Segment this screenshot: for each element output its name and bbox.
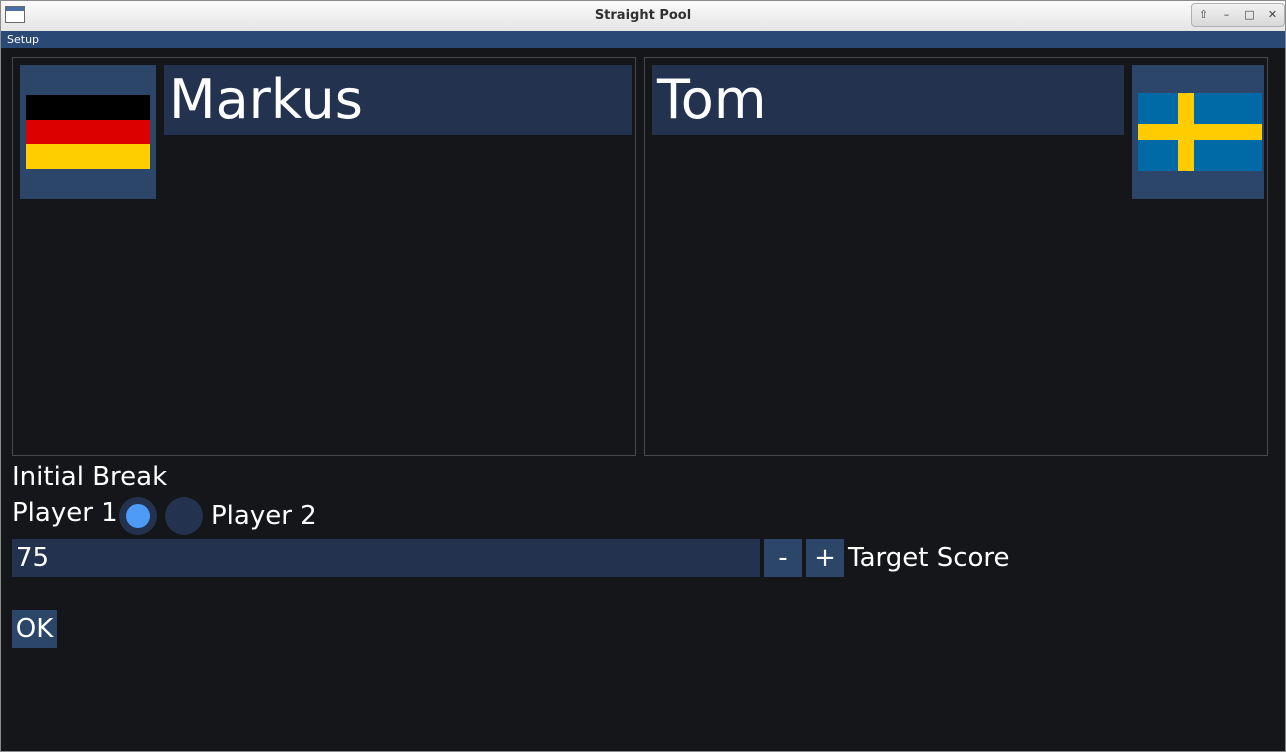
target-score-value: 75 <box>16 543 50 573</box>
player1-radio-label: Player 1 <box>12 498 118 528</box>
player2-flag-button[interactable] <box>1132 65 1264 199</box>
player1-name: Markus <box>169 68 363 131</box>
shade-icon[interactable]: ⇧ <box>1196 8 1212 22</box>
germany-flag-icon <box>26 95 150 169</box>
player2-radio[interactable] <box>165 497 203 535</box>
sweden-flag-icon <box>1138 93 1262 171</box>
maximize-icon[interactable]: □ <box>1242 8 1258 22</box>
increment-button[interactable]: + <box>806 539 844 577</box>
player1-panel: Markus <box>12 57 636 456</box>
minimize-icon[interactable]: – <box>1219 8 1235 22</box>
app-window: Straight Pool ⇧ – □ ✕ Setup Markus Tom I… <box>0 0 1286 752</box>
ok-button[interactable]: OK <box>12 610 57 648</box>
close-icon[interactable]: ✕ <box>1265 8 1281 22</box>
target-score-label: Target Score <box>848 543 1010 573</box>
player2-name-field[interactable]: Tom <box>652 65 1124 135</box>
player1-name-field[interactable]: Markus <box>164 65 632 135</box>
initial-break-heading: Initial Break <box>12 462 168 492</box>
player2-radio-label: Player 2 <box>211 501 317 531</box>
window-controls: ⇧ – □ ✕ <box>1191 3 1285 27</box>
player1-flag-button[interactable] <box>20 65 156 199</box>
title-bar[interactable]: Straight Pool ⇧ – □ ✕ <box>1 1 1285 32</box>
player2-name: Tom <box>657 68 767 131</box>
menu-bar: Setup <box>1 31 1285 48</box>
window-title: Straight Pool <box>594 8 692 23</box>
decrement-button[interactable]: - <box>764 539 802 577</box>
player2-panel: Tom <box>644 57 1268 456</box>
target-score-input[interactable]: 75 <box>12 539 760 577</box>
menu-setup[interactable]: Setup <box>7 33 39 46</box>
player1-radio[interactable] <box>119 497 157 535</box>
